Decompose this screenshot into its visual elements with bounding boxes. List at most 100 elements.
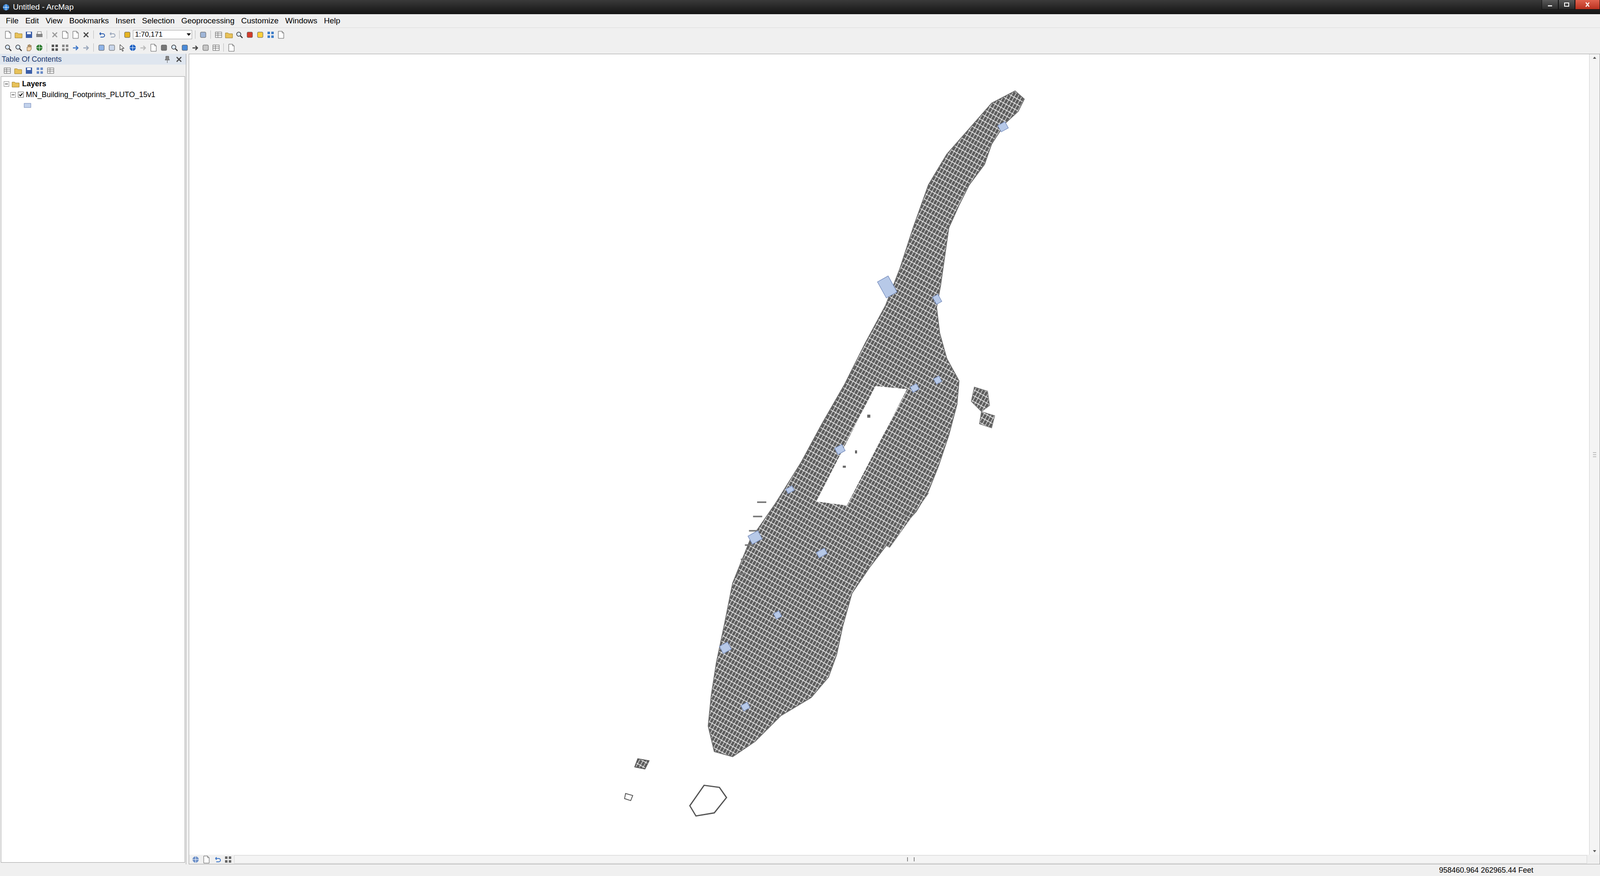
- paste-icon: [71, 30, 80, 40]
- search-icon: [235, 30, 244, 40]
- arcmap-globe-icon: [1, 2, 11, 12]
- model-button[interactable]: [265, 30, 275, 40]
- table-view-button[interactable]: [213, 30, 223, 40]
- zoom-out-icon: [14, 43, 23, 53]
- legend-row[interactable]: [1, 100, 185, 111]
- auto-hide-button[interactable]: [162, 54, 172, 64]
- undo-icon: [97, 30, 106, 40]
- pan-button[interactable]: [24, 42, 34, 53]
- scroll-up-icon: [1592, 55, 1597, 60]
- menu-item[interactable]: View: [42, 15, 66, 27]
- add-data-icon: [122, 30, 132, 40]
- print-button[interactable]: [34, 30, 44, 40]
- search-button[interactable]: [234, 30, 244, 40]
- collapse-icon[interactable]: [3, 81, 10, 87]
- zoom-in-button[interactable]: [3, 42, 13, 53]
- collapse-icon[interactable]: [10, 92, 16, 98]
- delete-icon: [81, 30, 91, 40]
- data-view-button[interactable]: [190, 854, 200, 864]
- new-document-icon: [3, 30, 13, 40]
- horizontal-scrollbar[interactable]: [234, 855, 1588, 864]
- paste-button[interactable]: [70, 30, 80, 40]
- map-drawing[interactable]: [189, 54, 1590, 855]
- toc-close-button[interactable]: [174, 54, 184, 64]
- layout-view-button[interactable]: [201, 854, 211, 864]
- xy-button[interactable]: [190, 42, 200, 53]
- highlighted-footprint: [747, 530, 763, 544]
- map-canvas[interactable]: [189, 54, 1590, 855]
- find-route-button[interactable]: [180, 42, 190, 53]
- liberty-island: [624, 793, 633, 801]
- minimize-button[interactable]: [1541, 0, 1559, 10]
- scale-combo[interactable]: 1:70,171: [132, 30, 193, 40]
- menu-item[interactable]: Customize: [237, 15, 283, 27]
- zoom-out-button[interactable]: [13, 42, 23, 53]
- fixed-zoom-in-button[interactable]: [50, 42, 60, 53]
- viewer-button[interactable]: [211, 42, 221, 53]
- back-icon: [71, 43, 80, 53]
- fixed-zoom-out-button[interactable]: [60, 42, 70, 53]
- layout-view-icon: [202, 855, 211, 864]
- full-extent-button[interactable]: [34, 42, 44, 53]
- create-viewer-button[interactable]: [226, 42, 236, 53]
- copy-button[interactable]: [60, 30, 70, 40]
- clear-selection-button[interactable]: [107, 42, 117, 53]
- table-of-contents: Table Of ContentsLayersMN_Building_Footp…: [0, 53, 187, 865]
- close-button[interactable]: [1575, 0, 1600, 10]
- editor-button[interactable]: [198, 30, 208, 40]
- catalog-button[interactable]: [224, 30, 234, 40]
- open-button[interactable]: [13, 30, 23, 40]
- menu-item[interactable]: Help: [320, 15, 344, 27]
- highlighted-footprint: [932, 294, 942, 305]
- toolbar-separator: [119, 30, 120, 39]
- menu-item[interactable]: Geoprocessing: [177, 15, 238, 27]
- add-data-button[interactable]: [122, 30, 132, 40]
- python-button[interactable]: [255, 30, 265, 40]
- list-by-source-button[interactable]: [13, 65, 23, 75]
- select-elements-button[interactable]: [117, 42, 127, 53]
- menu-item[interactable]: Insert: [112, 15, 139, 27]
- python-icon: [255, 30, 265, 40]
- identify-button[interactable]: [127, 42, 138, 53]
- layers-folder-icon: [11, 79, 20, 89]
- layer-visibility-checkbox[interactable]: [17, 91, 24, 98]
- menu-item[interactable]: File: [2, 15, 23, 27]
- list-by-selection-button[interactable]: [35, 65, 45, 75]
- time-slider-button[interactable]: [200, 42, 210, 53]
- layer-row[interactable]: MN_Building_Footprints_PLUTO_15v1: [1, 89, 185, 100]
- toolbar-separator: [195, 30, 196, 39]
- scroll-thumb[interactable]: [907, 857, 915, 862]
- hyperlink-button[interactable]: [138, 42, 148, 53]
- find-button[interactable]: [169, 42, 179, 53]
- refresh-button[interactable]: [212, 854, 222, 864]
- data-frame-row[interactable]: Layers: [1, 78, 185, 90]
- xy-icon: [190, 43, 200, 53]
- pause-drawing-button[interactable]: [223, 854, 233, 864]
- list-by-drawing-order-button[interactable]: [2, 65, 12, 75]
- arctoolbox-button[interactable]: [245, 30, 255, 40]
- list-by-visibility-button[interactable]: [24, 65, 34, 75]
- vertical-scrollbar[interactable]: [1589, 54, 1600, 855]
- toolbar-separator: [46, 30, 48, 39]
- cut-button[interactable]: [50, 30, 60, 40]
- undo-button[interactable]: [96, 30, 106, 40]
- menu-item[interactable]: Windows: [282, 15, 321, 27]
- layout-button[interactable]: [276, 30, 286, 40]
- html-popup-button[interactable]: [148, 42, 158, 53]
- new-document-button[interactable]: [3, 30, 13, 40]
- menu-item[interactable]: Edit: [22, 15, 43, 27]
- find-icon: [170, 43, 179, 53]
- forward-button[interactable]: [81, 42, 91, 53]
- back-button[interactable]: [70, 42, 80, 53]
- menu-item[interactable]: Bookmarks: [65, 15, 113, 27]
- list-by-visibility-icon: [24, 66, 34, 75]
- save-button[interactable]: [24, 30, 34, 40]
- select-features-button[interactable]: [96, 42, 106, 53]
- measure-button[interactable]: [159, 42, 169, 53]
- redo-button[interactable]: [107, 30, 117, 40]
- options-button[interactable]: [45, 65, 55, 75]
- layer-tree: LayersMN_Building_Footprints_PLUTO_15v1: [0, 76, 185, 863]
- delete-button[interactable]: [81, 30, 91, 40]
- menu-item[interactable]: Selection: [138, 15, 178, 27]
- maximize-button[interactable]: [1558, 0, 1575, 10]
